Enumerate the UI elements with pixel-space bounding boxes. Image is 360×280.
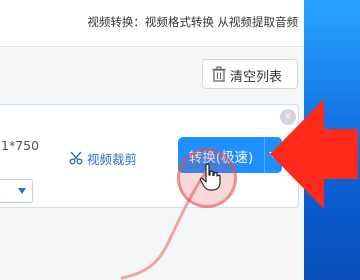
- clear-list-label: 清空列表: [230, 70, 283, 85]
- hand-cursor-icon: [199, 163, 221, 191]
- red-arrow-pointer-icon: [270, 99, 358, 209]
- chevron-down-icon: [18, 188, 26, 194]
- clear-list-button[interactable]: 清空列表: [202, 59, 298, 89]
- trash-icon: [212, 66, 226, 82]
- video-clip-link[interactable]: 视频裁剪: [87, 149, 137, 168]
- scissors-icon[interactable]: [69, 151, 83, 165]
- title-bar: 视频转换：视频格式转换 从视频提取音频: [0, 0, 304, 47]
- format-dropdown[interactable]: [0, 179, 33, 203]
- window-title: 视频转换：视频格式转换 从视频提取音频: [87, 15, 298, 29]
- resolution-text: 1*750: [1, 138, 40, 153]
